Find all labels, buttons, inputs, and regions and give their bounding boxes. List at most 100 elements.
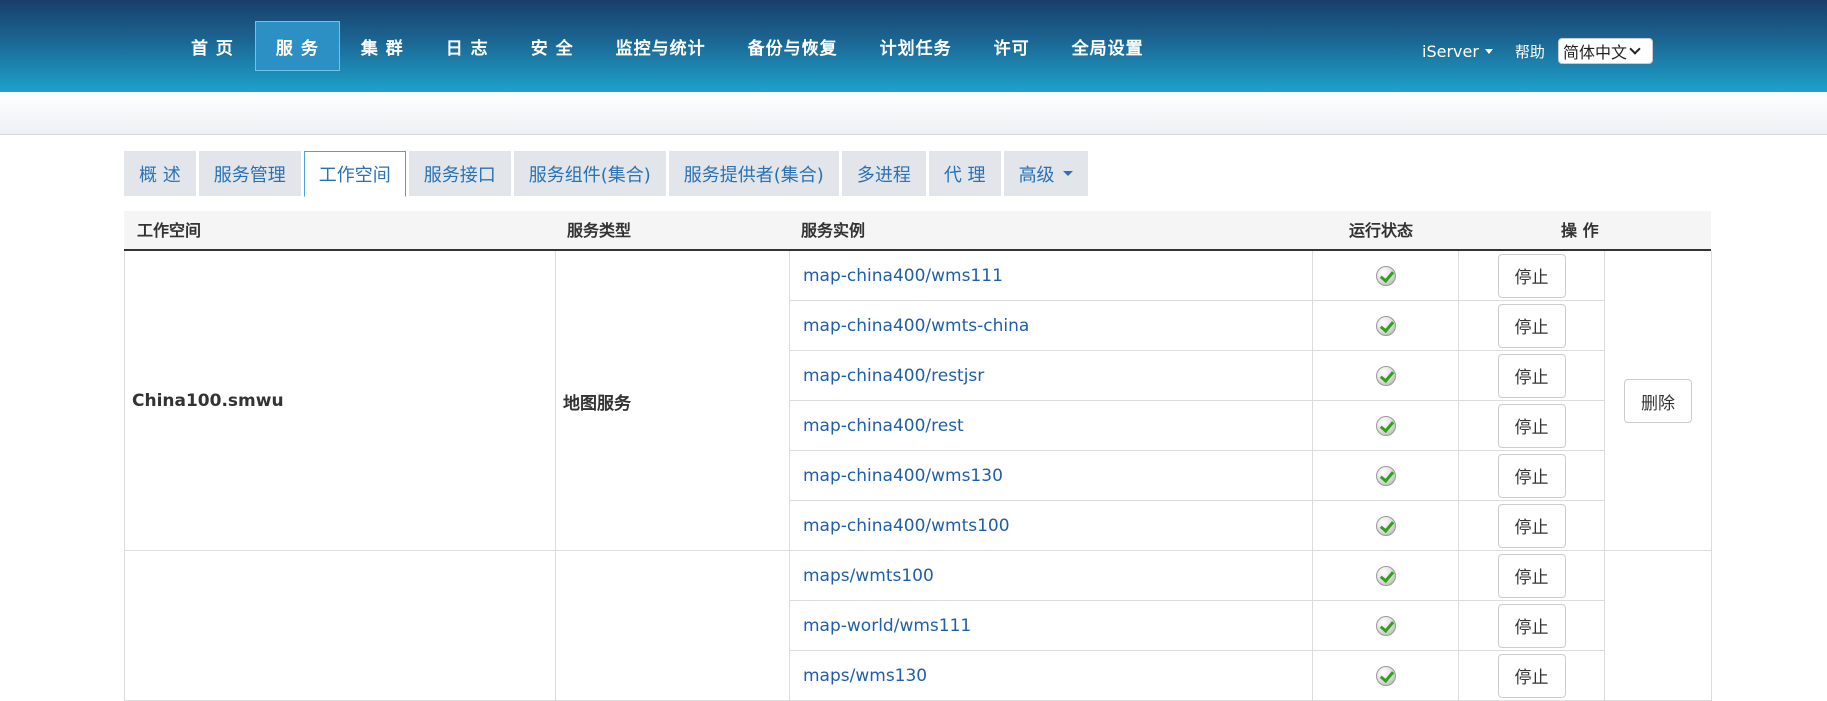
running-check-icon [1375, 565, 1396, 586]
tab-workspace[interactable]: 工作空间 [303, 151, 406, 197]
service-instance-link[interactable]: map-china400/rest [790, 401, 1313, 450]
language-value: 简体中文 [1562, 43, 1627, 62]
stop-button[interactable]: 停止 [1497, 453, 1566, 498]
status-cell [1313, 251, 1459, 300]
table-row: map-china400/restjsr 停止 [790, 351, 1604, 401]
stop-button[interactable]: 停止 [1497, 353, 1566, 398]
table-row: map-world/wms111 停止 [790, 601, 1604, 651]
table-row: maps/wms130 停止 [790, 651, 1604, 701]
table-row: map-china400/wmts100 停止 [790, 501, 1604, 551]
nav-license[interactable]: 许可 [973, 21, 1051, 71]
header-run-status: 运行状态 [1349, 221, 1414, 240]
running-check-icon [1375, 265, 1396, 286]
service-instance-link[interactable]: map-china400/wms130 [790, 451, 1313, 500]
nav-scheduled-tasks[interactable]: 计划任务 [859, 21, 973, 71]
running-check-icon [1375, 465, 1396, 486]
running-check-icon [1375, 415, 1396, 436]
status-cell [1313, 651, 1459, 700]
header-workspace: 工作空间 [137, 221, 202, 240]
nav-cluster[interactable]: 集 群 [340, 21, 425, 71]
nav-backup[interactable]: 备份与恢复 [727, 21, 859, 71]
table-row: map-china400/wmts-china 停止 [790, 301, 1604, 351]
table-row: map-china400/wms130 停止 [790, 451, 1604, 501]
top-right-controls: iServer 帮助 简体中文 [1422, 38, 1653, 64]
nav-services[interactable]: 服 务 [254, 21, 340, 71]
tab-service-management[interactable]: 服务管理 [198, 151, 301, 196]
running-check-icon [1375, 365, 1396, 386]
running-check-icon [1375, 515, 1396, 536]
running-check-icon [1375, 315, 1396, 336]
delete-cell: 删除 [1604, 251, 1712, 551]
table-header: 工作空间 服务类型 服务实例 运行状态 操 作 [124, 211, 1711, 251]
status-cell [1313, 351, 1459, 400]
stop-button[interactable]: 停止 [1497, 653, 1566, 698]
chevron-down-icon [1629, 43, 1641, 55]
service-type-cell: 地图服务 [556, 251, 790, 551]
tab-service-interface[interactable]: 服务接口 [408, 151, 511, 196]
main-nav: 首 页 服 务 集 群 日 志 安 全 监控与统计 备份与恢复 计划任务 许可 … [170, 21, 1165, 71]
stop-button[interactable]: 停止 [1497, 403, 1566, 448]
header-service-instance: 服务实例 [801, 221, 866, 240]
table-row: maps/wmts100 停止 [790, 551, 1604, 601]
workspace-name-cell [125, 551, 556, 701]
workspace-name-cell: China100.smwu [125, 251, 556, 551]
operation-cell: 停止 [1459, 551, 1604, 600]
status-cell [1313, 301, 1459, 350]
tab-service-providers[interactable]: 服务提供者(集合) [668, 151, 839, 196]
status-cell [1313, 401, 1459, 450]
help-link[interactable]: 帮助 [1515, 41, 1545, 62]
nav-security[interactable]: 安 全 [510, 21, 595, 71]
operation-cell: 停止 [1459, 651, 1604, 700]
instance-rows: maps/wmts100 停止 map-world/wms111 停止 maps/wms… [790, 551, 1604, 701]
tab-proxy[interactable]: 代 理 [928, 151, 1001, 196]
top-header: 首 页 服 务 集 群 日 志 安 全 监控与统计 备份与恢复 计划任务 许可 … [0, 0, 1827, 92]
service-instance-link[interactable]: map-world/wms111 [790, 601, 1313, 650]
stop-button[interactable]: 停止 [1497, 553, 1566, 598]
stop-button[interactable]: 停止 [1497, 603, 1566, 648]
instance-rows: map-china400/wms111 停止 map-china400/wmts-c… [790, 251, 1604, 551]
nav-logs[interactable]: 日 志 [425, 21, 510, 71]
header-operation: 操 作 [1561, 221, 1599, 240]
tab-advanced[interactable]: 高级 [1003, 151, 1088, 196]
service-instance-link[interactable]: map-china400/wms111 [790, 251, 1313, 300]
table-row: map-china400/wms111 停止 [790, 251, 1604, 301]
status-cell [1313, 551, 1459, 600]
status-cell [1313, 451, 1459, 500]
operation-cell: 停止 [1459, 351, 1604, 400]
tab-advanced-label: 高级 [1018, 164, 1055, 186]
operation-cell: 停止 [1459, 601, 1604, 650]
tab-service-components[interactable]: 服务组件(集合) [513, 151, 666, 196]
service-instance-link[interactable]: map-china400/wmts-china [790, 301, 1313, 350]
nav-global-settings[interactable]: 全局设置 [1051, 21, 1165, 71]
caret-down-icon [1062, 171, 1073, 176]
header-service-type: 服务类型 [567, 221, 632, 240]
operation-cell: 停止 [1459, 451, 1604, 500]
workspace-group: China100.smwu 地图服务 map-china400/wms111 停止 ma… [124, 251, 1712, 551]
status-cell [1313, 601, 1459, 650]
nav-home[interactable]: 首 页 [170, 21, 255, 71]
operation-cell: 停止 [1459, 251, 1604, 300]
service-instance-link[interactable]: map-china400/wmts100 [790, 501, 1313, 550]
user-menu[interactable]: iServer [1422, 42, 1493, 61]
sub-band [0, 92, 1827, 135]
stop-button[interactable]: 停止 [1497, 253, 1566, 298]
service-tabs: 概 述 服务管理 工作空间 服务接口 服务组件(集合) 服务提供者(集合) 多进… [124, 151, 1091, 197]
stop-button[interactable]: 停止 [1497, 503, 1566, 548]
operation-cell: 停止 [1459, 301, 1604, 350]
workspace-group: maps/wmts100 停止 map-world/wms111 停止 maps/wms… [124, 551, 1712, 701]
operation-cell: 停止 [1459, 501, 1604, 550]
user-name: iServer [1422, 41, 1479, 61]
language-select[interactable]: 简体中文 [1557, 38, 1653, 64]
stop-button[interactable]: 停止 [1497, 303, 1566, 348]
running-check-icon [1375, 665, 1396, 686]
service-instance-link[interactable]: map-china400/restjsr [790, 351, 1313, 400]
tab-multi-process[interactable]: 多进程 [841, 151, 926, 196]
status-cell [1313, 501, 1459, 550]
service-instance-link[interactable]: maps/wms130 [790, 651, 1313, 700]
delete-button[interactable]: 删除 [1624, 379, 1692, 423]
nav-monitoring[interactable]: 监控与统计 [595, 21, 727, 71]
tab-overview[interactable]: 概 述 [124, 151, 196, 196]
service-type-cell [556, 551, 790, 701]
workspace-table: 工作空间 服务类型 服务实例 运行状态 操 作 China100.smwu 地图服… [124, 211, 1712, 701]
service-instance-link[interactable]: maps/wmts100 [790, 551, 1313, 600]
